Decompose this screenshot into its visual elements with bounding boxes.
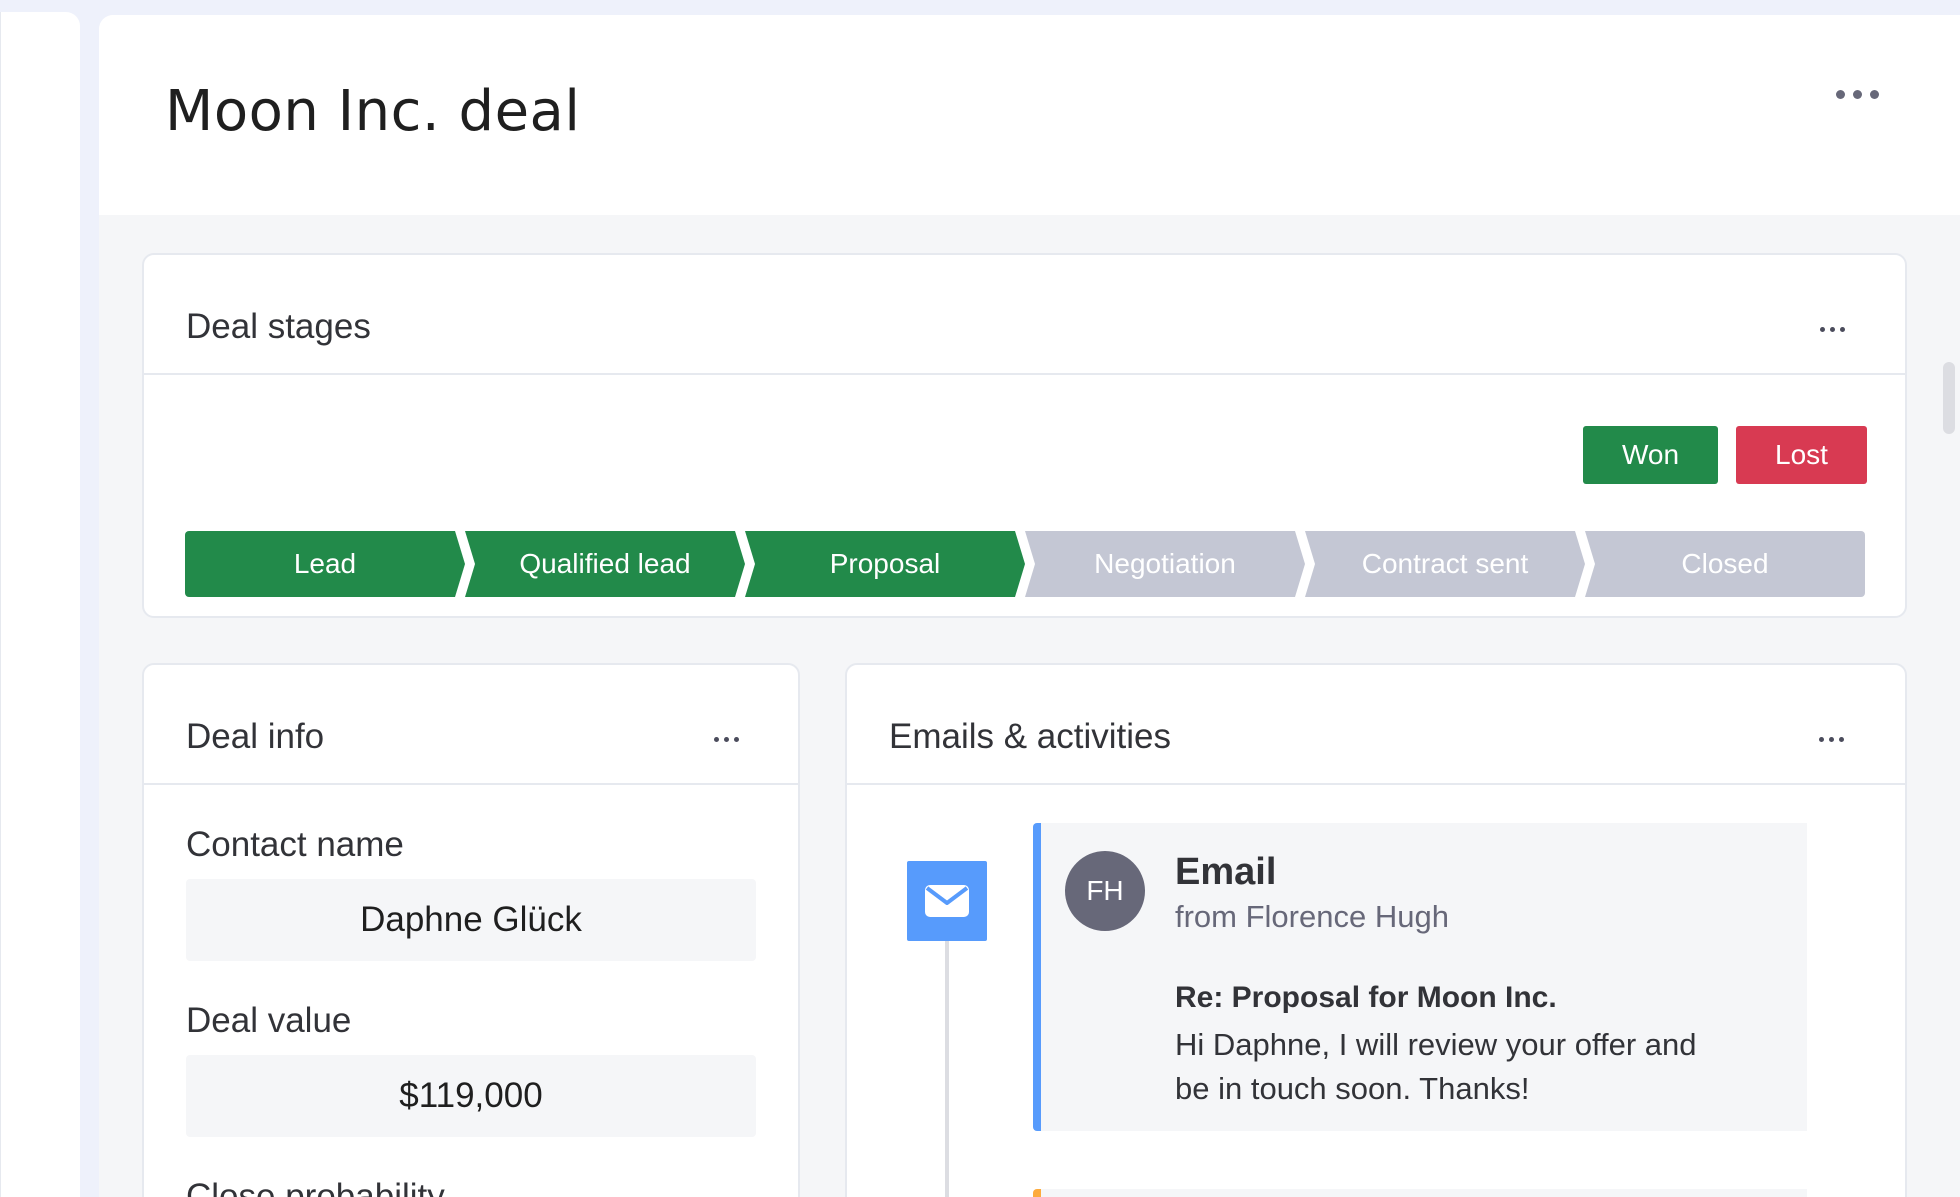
deal-info-more-icon[interactable] <box>714 737 739 742</box>
deal-info-card: Deal info Contact name Daphne Glück Deal… <box>142 663 800 1197</box>
scrollbar[interactable] <box>1943 362 1955 434</box>
contact-name-field[interactable]: Daphne Glück <box>186 879 756 961</box>
stage-label: Proposal <box>829 548 941 579</box>
deal-info-title: Deal info <box>186 717 325 756</box>
emails-activities-title: Emails & activities <box>889 717 1172 756</box>
avatar: FH <box>1065 851 1145 931</box>
stage-proposal[interactable]: Proposal <box>745 531 1025 597</box>
mail-icon <box>907 861 987 941</box>
stage-lead[interactable]: Lead <box>185 531 465 597</box>
stage-label: Closed <box>1681 548 1769 579</box>
lost-button[interactable]: Lost <box>1736 426 1867 484</box>
left-sidebar <box>0 12 80 1197</box>
page-more-options-icon[interactable] <box>1836 90 1879 99</box>
stage-pipeline: Lead Qualified lead Proposal Negotiation… <box>185 531 1865 597</box>
emails-activities-header: Emails & activities <box>847 665 1905 785</box>
stage-label: Lead <box>293 548 357 579</box>
email-activity-item[interactable]: FH Email from Florence Hugh Re: Proposal… <box>1033 823 1807 1131</box>
deal-value-field[interactable]: $119,000 <box>186 1055 756 1137</box>
deal-stages-header: Deal stages <box>144 255 1905 375</box>
email-body: Hi Daphne, I will review your offer and … <box>1175 1027 1697 1106</box>
page-title: Moon Inc. deal <box>165 79 581 144</box>
activity-type: Email <box>1175 851 1277 893</box>
page-header: Moon Inc. deal <box>99 15 1960 215</box>
stage-contract-sent[interactable]: Contract sent <box>1305 531 1585 597</box>
deal-stages-title: Deal stages <box>186 307 371 346</box>
deal-info-header: Deal info <box>144 665 798 785</box>
activity-item[interactable] <box>1033 1189 1807 1197</box>
stage-label: Negotiation <box>1094 548 1236 579</box>
stage-label: Contract sent <box>1361 548 1529 579</box>
emails-activities-card: Emails & activities FH Email from Floren… <box>845 663 1907 1197</box>
deal-stages-more-icon[interactable] <box>1820 327 1845 332</box>
emails-activities-more-icon[interactable] <box>1819 737 1844 742</box>
contact-name-label: Contact name <box>186 825 404 864</box>
email-sender: from Florence Hugh <box>1175 899 1449 934</box>
deal-page: Moon Inc. deal Deal stages Won Lost Lead… <box>99 15 1960 1197</box>
stage-closed[interactable]: Closed <box>1585 531 1865 597</box>
close-probability-label: Close probability <box>186 1177 445 1197</box>
timeline-line <box>945 941 949 1197</box>
stage-negotiation[interactable]: Negotiation <box>1025 531 1305 597</box>
email-subject: Re: Proposal for Moon Inc. <box>1175 981 1557 1014</box>
stage-label: Qualified lead <box>519 548 691 579</box>
stage-qualified-lead[interactable]: Qualified lead <box>465 531 745 597</box>
won-button[interactable]: Won <box>1583 426 1718 484</box>
deal-value-label: Deal value <box>186 1001 352 1040</box>
